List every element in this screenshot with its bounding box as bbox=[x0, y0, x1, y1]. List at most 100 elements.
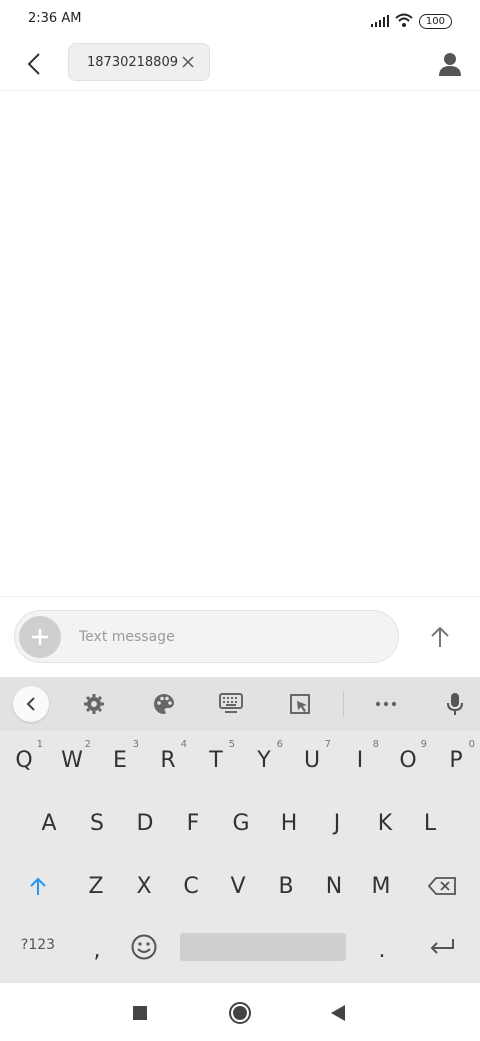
shift-key[interactable] bbox=[14, 861, 62, 911]
backspace-key[interactable] bbox=[418, 861, 466, 911]
home-button[interactable] bbox=[224, 997, 256, 1029]
key-hint: 8 bbox=[372, 739, 379, 750]
key-label: K bbox=[377, 810, 393, 836]
key-label: N bbox=[325, 873, 343, 899]
key-k[interactable]: K bbox=[361, 798, 409, 848]
backspace-icon bbox=[428, 877, 456, 895]
key-r[interactable]: R4 bbox=[144, 735, 192, 785]
enter-key[interactable] bbox=[418, 922, 466, 972]
palette-icon bbox=[154, 694, 174, 714]
key-x[interactable]: X bbox=[120, 861, 168, 911]
key-t[interactable]: T5 bbox=[192, 735, 240, 785]
key-hint: 4 bbox=[180, 739, 187, 750]
key-label: F bbox=[186, 810, 200, 836]
key-label: . bbox=[378, 937, 386, 963]
theme-button[interactable] bbox=[146, 686, 182, 722]
key-j[interactable]: J bbox=[313, 798, 361, 848]
key-label: W bbox=[61, 747, 83, 773]
key-l[interactable]: L bbox=[406, 798, 454, 848]
key-h[interactable]: H bbox=[265, 798, 313, 848]
key-label: V bbox=[230, 873, 246, 899]
contact-button[interactable] bbox=[434, 48, 466, 80]
key-label: P bbox=[449, 747, 463, 773]
voice-input-button[interactable] bbox=[437, 686, 473, 722]
toolbar-collapse-button[interactable] bbox=[13, 686, 49, 722]
key-label: R bbox=[160, 747, 176, 773]
key-n[interactable]: N bbox=[310, 861, 358, 911]
settings-button[interactable] bbox=[76, 686, 112, 722]
home-circle-icon bbox=[229, 1002, 251, 1024]
compose-field[interactable] bbox=[14, 610, 399, 663]
keyboard: Q1 W2 E3 R4 T5 Y6 U7 I8 O9 P0 A S D F G … bbox=[0, 677, 480, 982]
send-button[interactable] bbox=[420, 617, 460, 657]
period-key[interactable]: . bbox=[358, 925, 406, 975]
key-f[interactable]: F bbox=[169, 798, 217, 848]
battery-indicator: 100 bbox=[418, 14, 452, 29]
nav-back-button[interactable] bbox=[322, 997, 354, 1029]
plus-icon bbox=[32, 629, 48, 645]
key-d[interactable]: D bbox=[121, 798, 169, 848]
key-v[interactable]: V bbox=[214, 861, 262, 911]
status-icons: 100 bbox=[370, 12, 452, 31]
clipboard-button[interactable] bbox=[282, 686, 318, 722]
key-hint: 7 bbox=[324, 739, 331, 750]
comma-key[interactable]: , bbox=[73, 925, 121, 975]
key-label: G bbox=[232, 810, 250, 836]
key-e[interactable]: E3 bbox=[96, 735, 144, 785]
microphone-icon bbox=[447, 693, 463, 715]
emoji-icon bbox=[131, 934, 157, 960]
key-u[interactable]: U7 bbox=[288, 735, 336, 785]
key-a[interactable]: A bbox=[25, 798, 73, 848]
key-label: , bbox=[93, 937, 101, 963]
compose-bar bbox=[0, 596, 480, 677]
space-bar[interactable] bbox=[180, 933, 346, 961]
keyboard-mode-button[interactable] bbox=[213, 686, 249, 722]
key-label: S bbox=[90, 810, 104, 836]
enter-icon bbox=[430, 939, 454, 954]
signal-icon bbox=[370, 12, 389, 31]
key-hint: 1 bbox=[36, 739, 43, 750]
key-o[interactable]: O9 bbox=[384, 735, 432, 785]
back-triangle-icon bbox=[331, 1005, 345, 1021]
recipient-chip[interactable]: 18730218809 bbox=[68, 43, 210, 81]
key-b[interactable]: B bbox=[262, 861, 310, 911]
more-button[interactable] bbox=[368, 686, 404, 722]
key-row-3: Z X C V B N M bbox=[0, 861, 480, 911]
key-q[interactable]: Q1 bbox=[0, 735, 48, 785]
key-label: X bbox=[136, 873, 152, 899]
arrow-up-icon bbox=[431, 626, 449, 647]
key-c[interactable]: C bbox=[167, 861, 215, 911]
key-s[interactable]: S bbox=[73, 798, 121, 848]
key-z[interactable]: Z bbox=[72, 861, 120, 911]
key-label: Y bbox=[257, 747, 271, 773]
back-arrow-icon bbox=[27, 53, 40, 75]
key-g[interactable]: G bbox=[217, 798, 265, 848]
back-button[interactable] bbox=[18, 48, 50, 80]
person-icon bbox=[439, 53, 461, 76]
key-label: M bbox=[371, 873, 391, 899]
key-m[interactable]: M bbox=[357, 861, 405, 911]
recents-square-icon bbox=[133, 1006, 147, 1020]
navigation-bar bbox=[0, 982, 480, 1041]
message-input[interactable] bbox=[79, 626, 379, 648]
attach-button[interactable] bbox=[19, 616, 61, 658]
key-w[interactable]: W2 bbox=[48, 735, 96, 785]
emoji-key[interactable] bbox=[120, 922, 168, 972]
key-label: J bbox=[333, 810, 341, 836]
key-p[interactable]: P0 bbox=[432, 735, 480, 785]
toolbar-divider bbox=[343, 691, 344, 717]
key-label: Z bbox=[88, 873, 104, 899]
key-label: H bbox=[280, 810, 298, 836]
conversation-header: 18730218809 bbox=[0, 40, 480, 91]
key-label: T bbox=[209, 747, 223, 773]
key-i[interactable]: I8 bbox=[336, 735, 384, 785]
recents-button[interactable] bbox=[124, 997, 156, 1029]
key-label: Q bbox=[15, 747, 33, 773]
close-icon[interactable] bbox=[181, 55, 195, 69]
symbols-key[interactable]: ?123 bbox=[14, 920, 62, 970]
key-label: E bbox=[113, 747, 127, 773]
recipient-number: 18730218809 bbox=[87, 54, 178, 70]
key-label: I bbox=[356, 747, 364, 773]
key-y[interactable]: Y6 bbox=[240, 735, 288, 785]
message-list[interactable] bbox=[0, 91, 480, 596]
